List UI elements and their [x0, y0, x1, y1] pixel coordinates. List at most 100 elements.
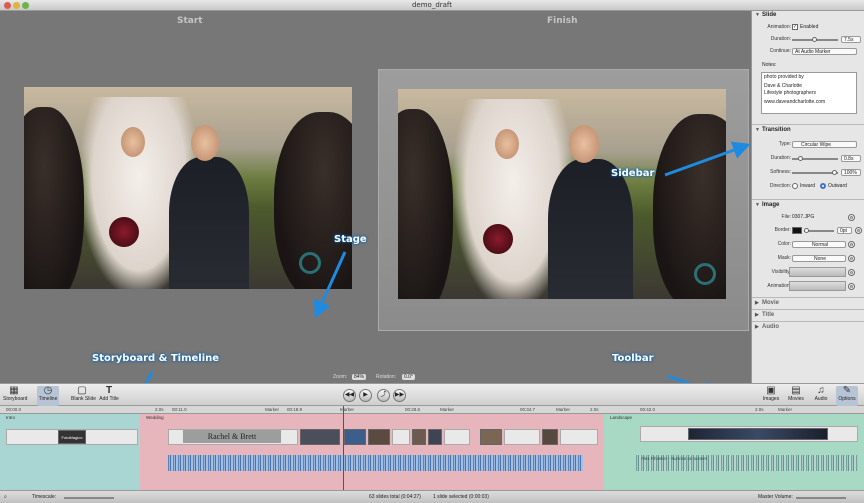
- continue-label: Continue:: [769, 48, 791, 54]
- animation-gear-icon[interactable]: ⚙: [848, 283, 855, 290]
- blank-slide-button[interactable]: ▢ Blank Slide: [71, 386, 96, 406]
- play-button[interactable]: ▶: [359, 389, 372, 402]
- movie-section: Movie: [752, 299, 864, 308]
- softness-slider[interactable]: [792, 170, 838, 175]
- slide-duration-field[interactable]: 7.5s: [841, 36, 861, 43]
- rotation-label: Rotation:: [376, 374, 397, 380]
- transition-duration-field[interactable]: 0.8s: [841, 155, 861, 162]
- timeline-button[interactable]: ◷ Timeline: [37, 386, 59, 406]
- inward-radio[interactable]: [792, 183, 798, 189]
- zoom-label: Zoom:: [333, 374, 348, 380]
- transition-type-label: Type:: [778, 141, 791, 147]
- title-slide-text: Rachel & Brett: [183, 430, 281, 443]
- movies-button[interactable]: ▤ Movies: [785, 386, 807, 406]
- ruler-tick: Marker: [440, 407, 455, 412]
- border-slider[interactable]: [804, 228, 834, 233]
- file-gear-icon[interactable]: ⚙: [848, 214, 855, 221]
- title-section-header[interactable]: Title: [752, 311, 864, 320]
- animation-graph[interactable]: [789, 281, 846, 291]
- landscape-slide-thumbnail[interactable]: [688, 428, 828, 440]
- border-label: Border:: [774, 227, 791, 233]
- playhead[interactable]: [343, 406, 344, 490]
- mask-gear-icon[interactable]: ⚙: [848, 255, 855, 262]
- timescale-icon: ⌕: [4, 494, 7, 500]
- softness-field[interactable]: 100%: [841, 169, 861, 176]
- mask-select[interactable]: None: [792, 255, 846, 262]
- sidebar-callout: Sidebar: [611, 168, 655, 179]
- stage-area[interactable]: Start Finish Zoom: 84% Rotation: 0.0°: [0, 11, 751, 389]
- storyboard-callout: Storyboard & Timeline: [92, 353, 220, 364]
- slide-thumbnail[interactable]: [300, 429, 340, 445]
- app-window: demo_draft Start Finish Zoom: 84% Rotati…: [0, 0, 864, 503]
- previous-button[interactable]: ◀◀: [343, 389, 356, 402]
- slide-thumbnail[interactable]: [560, 429, 598, 445]
- visibility-gear-icon[interactable]: ⚙: [848, 269, 855, 276]
- visibility-graph[interactable]: [789, 267, 846, 277]
- transition-section-header[interactable]: Transition: [752, 126, 864, 135]
- start-photo[interactable]: [24, 87, 352, 289]
- slide-thumbnail[interactable]: [504, 429, 540, 445]
- images-button[interactable]: ▣ Images: [760, 386, 782, 406]
- slide-duration-slider[interactable]: [792, 37, 838, 42]
- options-button[interactable]: ✎ Options: [836, 386, 858, 406]
- slide-thumbnail[interactable]: [480, 429, 502, 445]
- fullscreen-button[interactable]: ⤴: [377, 389, 390, 402]
- border-gear-icon[interactable]: ⚙: [855, 227, 862, 234]
- divider: [752, 124, 864, 125]
- movie-section-header[interactable]: Movie: [752, 299, 864, 308]
- ruler-tick: 00:28.6: [405, 407, 421, 412]
- toolbar-callout: Toolbar: [612, 353, 654, 364]
- color-gear-icon[interactable]: ⚙: [848, 241, 855, 248]
- rotation-value[interactable]: 0.0°: [402, 374, 415, 380]
- color-select[interactable]: Normal: [792, 241, 846, 248]
- images-icon: ▣: [766, 385, 776, 396]
- master-volume-slider[interactable]: [796, 497, 846, 499]
- segment-label: Landscape: [610, 415, 633, 420]
- continue-select[interactable]: At Audio Marker: [792, 48, 857, 55]
- finish-label: Finish: [547, 16, 578, 26]
- notes-textarea[interactable]: photo provided by Dave & Charlotte Lifes…: [761, 72, 857, 114]
- transition-duration-slider[interactable]: [792, 156, 838, 161]
- movies-button-label: Movies: [788, 396, 804, 402]
- slide-thumbnail[interactable]: [444, 429, 470, 445]
- timeline[interactable]: 00:00.0 2.0s 00:11.0 Marker 00:18.9 Mark…: [0, 406, 864, 490]
- ruler-tick: 2.0s: [155, 407, 164, 412]
- audio-section-header[interactable]: Audio: [752, 323, 864, 332]
- border-field[interactable]: 0pt: [837, 227, 852, 234]
- next-button[interactable]: ▶▶: [393, 389, 406, 402]
- transition-type-select[interactable]: Circular Wipe: [792, 141, 857, 148]
- slide-duration-row: Duration: 7.5s: [752, 36, 864, 44]
- slide-section-header[interactable]: Slide: [752, 11, 864, 20]
- master-volume-label: Master Volume:: [758, 494, 793, 500]
- slide-thumbnail[interactable]: [344, 429, 366, 445]
- intro-segment[interactable]: Intro: [0, 414, 140, 490]
- storyboard-button[interactable]: ▦ Storyboard: [3, 386, 27, 406]
- timescale-slider[interactable]: [64, 497, 114, 499]
- notes-label: Notes:: [762, 62, 777, 68]
- wedding-segment[interactable]: Wedding: [140, 414, 604, 490]
- add-title-button[interactable]: T Add Title: [98, 386, 120, 406]
- intro-slide-thumbnail[interactable]: FotoMagico: [58, 430, 86, 444]
- animation-enabled-checkbox[interactable]: ✓: [792, 24, 798, 30]
- audio-button[interactable]: ♫ Audio: [810, 386, 832, 406]
- mask-label: Mask:: [777, 255, 791, 261]
- window-title: demo_draft: [411, 1, 453, 9]
- zoom-value[interactable]: 84%: [352, 374, 367, 380]
- outward-radio[interactable]: [820, 183, 826, 189]
- slide-thumbnail[interactable]: [428, 429, 442, 445]
- animation-label: Animation:: [767, 24, 791, 30]
- image-section: Image: [752, 201, 864, 210]
- slide-thumbnail[interactable]: [368, 429, 390, 445]
- audio-track-wedding[interactable]: [168, 455, 583, 471]
- slide-thumbnail[interactable]: [392, 429, 410, 445]
- notes-row: Notes:: [752, 62, 864, 70]
- image-section-header[interactable]: Image: [752, 201, 864, 210]
- timeline-ruler[interactable]: 00:00.0 2.0s 00:11.0 Marker 00:18.9 Mark…: [0, 406, 864, 414]
- slide-thumbnail[interactable]: [412, 429, 426, 445]
- slide-thumbnail[interactable]: [542, 429, 558, 445]
- add-title-icon: T: [105, 385, 113, 396]
- finish-photo[interactable]: [398, 89, 726, 299]
- title-section: Title: [752, 311, 864, 320]
- border-color-swatch[interactable]: [792, 227, 802, 234]
- segment-label: Wedding: [146, 415, 164, 420]
